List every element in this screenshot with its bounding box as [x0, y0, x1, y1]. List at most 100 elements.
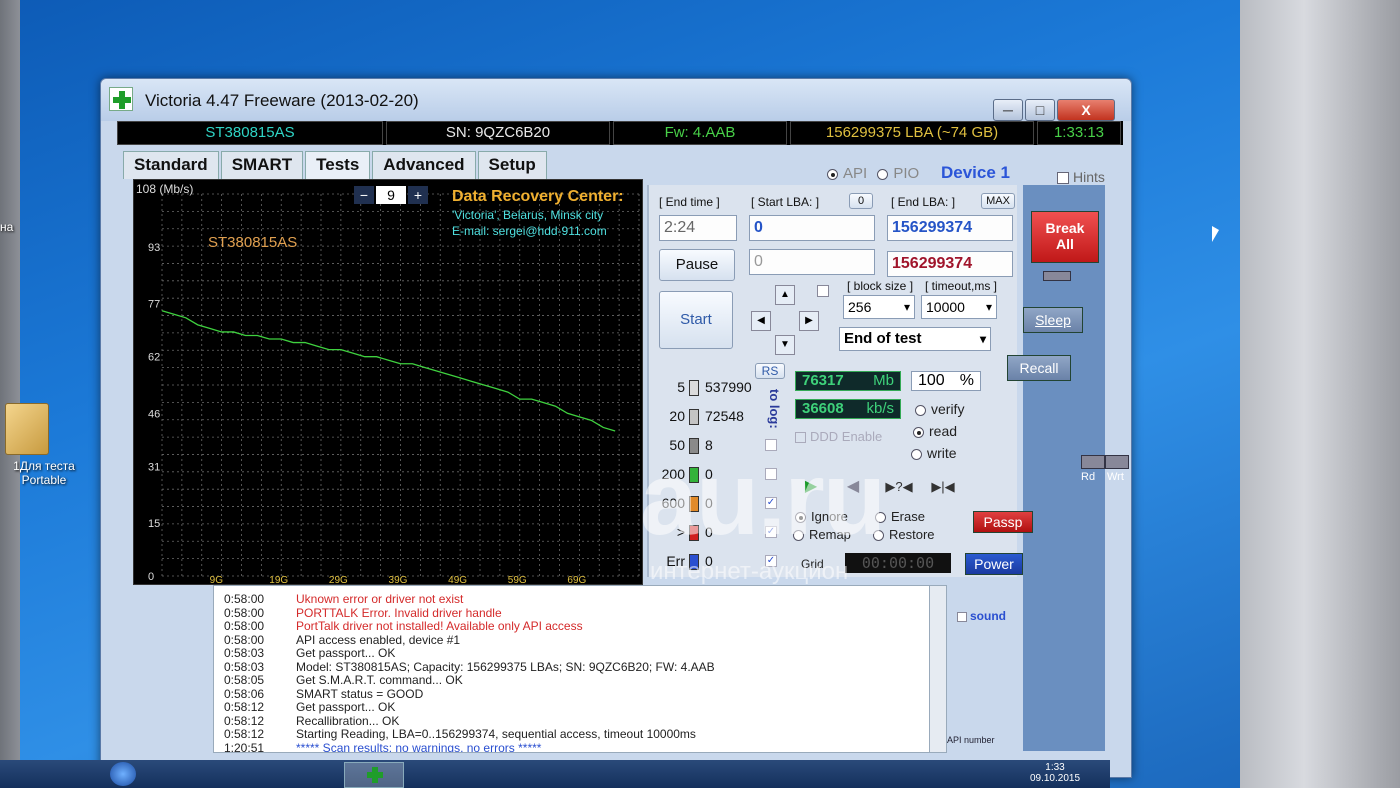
arrow-down-icon[interactable]: ▼	[775, 335, 795, 355]
block-size-select[interactable]: 256	[843, 295, 915, 319]
log-time: 0:58:12	[224, 713, 265, 728]
tray-time: 1:33	[1045, 762, 1065, 773]
log-message: PORTTALK Error. Invalid driver handle	[296, 605, 502, 620]
log-time: 0:58:00	[224, 605, 265, 620]
pio-radio[interactable]	[877, 168, 889, 180]
log-message: API access enabled, device #1	[296, 632, 461, 647]
log-time: 0:58:03	[224, 659, 265, 674]
log-entry: 0:58:03 Model: ST380815AS; Capacity: 1562…	[224, 660, 715, 674]
arrow-up-icon[interactable]: ▲	[775, 285, 795, 305]
log-message: Get passport... OK	[296, 700, 396, 714]
device-label[interactable]: Device 1	[941, 163, 1010, 183]
desktop-icon-label[interactable]: 1Для теста Portable	[2, 459, 86, 487]
log-message: Get passport... OK	[296, 646, 396, 660]
timeout-select[interactable]: 10000	[921, 295, 997, 319]
direction-checkbox[interactable]	[817, 285, 829, 297]
wrt-indicator	[1105, 455, 1129, 469]
reset-stats-button[interactable]: RS	[755, 363, 785, 379]
skip-unknown-button[interactable]: ▶?◀	[883, 477, 915, 497]
monitor-bezel-left	[0, 0, 20, 788]
log-time: 0:58:00	[224, 619, 265, 633]
au-ru-watermark: au.ru	[640, 441, 886, 557]
tab-advanced[interactable]: Advanced	[372, 151, 476, 179]
api-radio[interactable]	[827, 168, 838, 180]
taskbar-app-button[interactable]	[344, 762, 404, 788]
end-lba-label: [ End LBA: ]	[891, 195, 956, 209]
sleep-button[interactable]: Sleep	[1023, 307, 1083, 333]
minimize-button[interactable]: ─	[993, 99, 1023, 121]
tab-tests[interactable]: Tests	[305, 151, 371, 179]
tab-standard[interactable]: Standard	[123, 151, 219, 179]
max-lba-button[interactable]: MAX	[981, 193, 1015, 209]
direction-pad[interactable]: ▲ ◀ ▶ ▼	[745, 285, 825, 357]
sound-checkbox[interactable]: sound	[957, 609, 1006, 623]
tab-smart[interactable]: SMART	[220, 151, 304, 179]
stat-threshold: 5	[677, 379, 685, 395]
read-radio[interactable]	[913, 426, 924, 438]
log-message: Recallibration... OK	[296, 713, 400, 728]
speed-graph: 93 77 62 46 31 15 0 9G 19G 29G 39G 49G 59G 69G 108 (M…	[133, 179, 643, 585]
recall-button[interactable]: Recall	[1007, 355, 1071, 381]
api-label: API	[843, 165, 868, 182]
scale-value[interactable]: 9	[376, 186, 406, 204]
verify-radio[interactable]	[915, 404, 926, 416]
log-message: PortTalk driver not installed! Available…	[296, 619, 583, 633]
victoria-cross-icon	[109, 87, 133, 111]
log-scrollbar[interactable]	[929, 585, 947, 753]
verify-option[interactable]: verify	[915, 401, 964, 417]
tab-setup[interactable]: Setup	[477, 151, 547, 179]
log-time: 0:58:06	[224, 686, 265, 701]
log-time: 0:58:03	[224, 646, 265, 660]
end-time-label: [ End time ]	[659, 195, 720, 209]
speed-unit: kb/s	[866, 400, 894, 417]
log-message: Uknown error or driver not exist	[296, 592, 464, 606]
log-entry: 1:20:51 ***** Scan results: no warnings, …	[224, 740, 542, 753]
log-entry: 0:58:05 Get S.M.A.R.T. command... OK	[224, 673, 463, 687]
processed-mb-unit: Mb	[873, 372, 894, 389]
hints-checkbox[interactable]: Hints	[1057, 169, 1105, 185]
pause-button[interactable]: Pause	[659, 249, 735, 281]
write-option[interactable]: write	[911, 445, 957, 461]
y-tick-label: 93	[148, 242, 160, 254]
folder-icon[interactable]	[5, 403, 49, 455]
write-radio[interactable]	[911, 448, 922, 460]
scale-minus-button[interactable]: −	[354, 186, 374, 204]
y-tick-label: 62	[148, 352, 160, 364]
start-orb-icon[interactable]	[110, 762, 136, 786]
start-lba-zero-button[interactable]: 0	[849, 193, 873, 209]
read-option[interactable]: read	[913, 423, 957, 439]
victoria-taskbar-icon	[367, 767, 383, 783]
to-log-label: to log:	[767, 389, 782, 429]
log-time: 0:58:12	[224, 727, 265, 741]
processed-mb: 76317 Mb	[795, 371, 901, 391]
system-clock[interactable]: 1:33 09.10.2015	[1000, 762, 1110, 784]
scale-plus-button[interactable]: +	[408, 186, 428, 204]
end-time-field[interactable]: 2:24	[659, 215, 737, 241]
start-lba-field[interactable]: 0	[749, 215, 875, 241]
read-speed-line	[161, 310, 616, 432]
drive-serial: SN: 9QZC6B20	[386, 121, 610, 145]
passp-button[interactable]: Passp	[973, 511, 1033, 533]
end-action-select[interactable]: End of test	[839, 327, 991, 351]
x-tick-label: 59G	[508, 575, 527, 585]
break-all-label-1: Break	[1045, 220, 1085, 236]
stat-color-swatch	[689, 409, 699, 425]
x-tick-label: 39G	[389, 575, 408, 585]
start-button[interactable]: Start	[659, 291, 733, 349]
maximize-button[interactable]: □	[1025, 99, 1055, 121]
skip-end-button[interactable]: ▶|◀	[927, 477, 959, 497]
break-all-button[interactable]: Break All	[1031, 211, 1099, 263]
power-button[interactable]: Power	[965, 553, 1023, 575]
close-button[interactable]: X	[1057, 99, 1115, 121]
arrow-right-icon[interactable]: ▶	[799, 311, 819, 331]
log-message: ***** Scan results: no warnings, no erro…	[296, 740, 542, 753]
y-tick-label: 31	[148, 461, 160, 473]
restore-label: Restore	[889, 527, 935, 542]
speed-field: 36608 kb/s	[795, 399, 901, 419]
end-lba-field[interactable]: 156299374	[887, 215, 1013, 241]
desktop: на 1Для теста Portable Victoria 4.47 Fre…	[0, 0, 1400, 788]
side-button-panel: Break All Sleep Recall Rd Wrt Passp Powe…	[947, 185, 1129, 751]
arrow-left-icon[interactable]: ◀	[751, 311, 771, 331]
api-number-label: API number	[947, 735, 995, 745]
processed-mb-value: 76317	[802, 372, 844, 389]
